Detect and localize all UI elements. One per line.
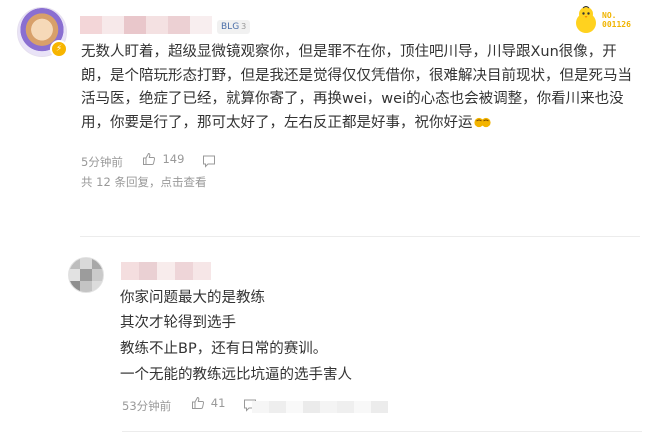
sticker-label: NO.: [602, 11, 617, 20]
comment-meta: 5分钟前 149: [81, 152, 216, 170]
divider: [80, 236, 640, 237]
comment-time: 53分钟前: [122, 399, 172, 413]
reply-line: 一个无能的教练远比坑逼的选手害人: [120, 367, 352, 383]
reply-line: 你家问题最大的是教练: [120, 290, 265, 306]
like-button[interactable]: 41: [191, 396, 226, 410]
verified-badge-icon: ⚡: [50, 40, 68, 58]
fan-sticker: NO. 001126: [568, 5, 642, 37]
reply-line: 教练不止BP，还有日常的赛训。: [120, 341, 328, 357]
username-redacted[interactable]: [121, 262, 211, 280]
like-button[interactable]: 149: [142, 152, 184, 166]
watermark-redacted: [252, 401, 388, 413]
comment-text: 无数人盯着，超级显微镜观察你，但是罪不在你，顶住吧川导，川导跟Xun很像，开朗，…: [81, 41, 643, 135]
sticker-number: 001126: [602, 20, 631, 29]
replies-summary-link[interactable]: 共 12 条回复，点击查看: [81, 174, 206, 190]
thumbs-up-icon: [191, 396, 204, 409]
like-count: 41: [210, 396, 226, 410]
thumbs-up-icon: [143, 152, 156, 165]
chick-icon: [576, 6, 596, 33]
user-tag: BLG 3: [217, 20, 251, 34]
username-redacted[interactable]: [80, 16, 212, 34]
reply-line: 其次才轮得到选手: [120, 315, 236, 331]
comment-meta: 53分钟前 41: [122, 396, 257, 414]
like-count: 149: [162, 152, 185, 166]
avatar[interactable]: [68, 257, 104, 293]
comment-icon[interactable]: [202, 154, 216, 168]
comment-time: 5分钟前: [81, 155, 123, 169]
comment-body: 无数人盯着，超级显微镜观察你，但是罪不在你，顶住吧川导，川导跟Xun很像，开朗，…: [81, 44, 632, 131]
user-tag-label: BLG: [221, 22, 240, 32]
heart-eyes-emoji-icon: [473, 117, 491, 127]
user-tag-level: 3: [241, 22, 247, 31]
